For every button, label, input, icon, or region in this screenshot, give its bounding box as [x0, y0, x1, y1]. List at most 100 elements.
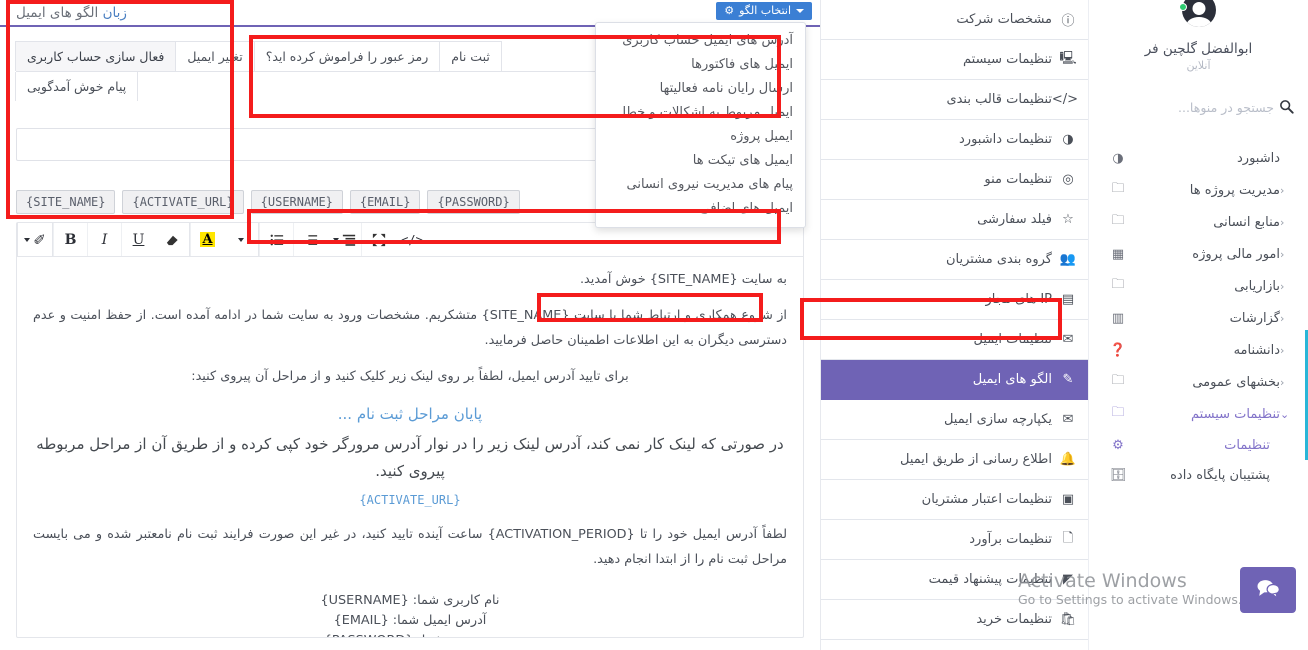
settings-menu-item[interactable]: یکپارچه سازی ایمیل ✉: [821, 400, 1088, 440]
sidebar-item-question-circle[interactable]: ‹ دانشنامه ❓: [1089, 334, 1308, 366]
settings-menu-item[interactable]: تنظیمات برآورد 🗋: [821, 520, 1088, 560]
fullscreen-button[interactable]: [361, 223, 395, 256]
code-icon: </>: [1051, 92, 1078, 107]
chevron-down-icon: [796, 8, 804, 13]
sidebar-item-gear[interactable]: تنظیمات ⚙: [1089, 430, 1308, 460]
settings-menu-item[interactable]: اطلاع رسانی از طریق ایمیل 🔔: [821, 440, 1088, 480]
sidebar-item-folder[interactable]: ‹ مدیریت پروژه ها 🗀: [1089, 174, 1308, 206]
compass-icon: ◎: [1062, 172, 1074, 187]
settings-menu-item[interactable]: تنظیمات خرید 🛍: [821, 600, 1088, 640]
editor-activate-url: {ACTIVATE_URL}: [359, 492, 461, 507]
sidebar-item-label: بخشهای عمومی: [1192, 374, 1280, 390]
sidebar-profile[interactable]: ابوالفضل گلچین فر آنلاین: [1089, 0, 1308, 72]
settings-menu-item[interactable]: تنظیمات قالب بندی </>: [821, 80, 1088, 120]
settings-submenu-panel: مشخصات شرکت ⓘ تنظیمات سیستم 🖳 تنظیمات قالب ب…: [820, 0, 1088, 650]
settings-menu-item[interactable]: تنظیمات پیشنهاد قیمت ◤: [821, 560, 1088, 600]
settings-menu-item[interactable]: IP های مجاز ▤: [821, 280, 1088, 320]
sidebar-item-label: مدیریت پروژه ها: [1189, 182, 1280, 198]
align-dropdown-button[interactable]: [327, 223, 361, 256]
ordered-list-button[interactable]: 1 2 3: [293, 223, 327, 256]
select-template-button[interactable]: ⚙ انتخاب الگو: [716, 2, 812, 20]
bold-button[interactable]: B: [53, 223, 87, 256]
chevron-down-icon: ⌄: [1280, 407, 1290, 421]
template-dropdown-option[interactable]: ارسال رایان نامه فعالیتها: [596, 77, 805, 101]
underline-button[interactable]: U: [121, 223, 155, 256]
sidebar-item-database[interactable]: پشتیبان پایگاه داده 🗄: [1089, 460, 1308, 490]
sidebar-item-building[interactable]: ‹ امور مالی پروژه ▦: [1089, 238, 1308, 270]
style-wand-dropdown-button[interactable]: ✐: [18, 223, 52, 256]
template-tab[interactable]: تغییر ایمیل: [175, 41, 255, 71]
main-sidebar: ابوالفضل گلچین فر آنلاین داشبورد◑‹مدیریت…: [1088, 0, 1308, 650]
sidebar-item-folder[interactable]: ‹ منابع انسانی 🗀: [1089, 206, 1308, 238]
merge-field-chip[interactable]: {PASSWORD}: [427, 190, 520, 214]
search-input[interactable]: [1103, 98, 1278, 116]
avatar: [1181, 0, 1216, 27]
settings-menu-item-label: تنظیمات سیستم: [963, 52, 1052, 67]
sidebar-item-chart-bar[interactable]: ‹ گزارشات ▥: [1089, 302, 1308, 334]
toolbar-group-color: A: [189, 223, 258, 256]
template-dropdown-option[interactable]: ایمیل های تیکت ها: [596, 149, 805, 173]
monitor-icon: 🖳: [1059, 50, 1077, 66]
source-code-button[interactable]: </>: [395, 223, 429, 256]
info-circle-icon: ⓘ: [1061, 14, 1075, 29]
template-dropdown-option[interactable]: پیام های مدیریت نیروی انسانی: [596, 173, 805, 197]
settings-menu-item[interactable]: تنظیمات داشبورد ◑: [821, 120, 1088, 160]
template-dropdown-menu[interactable]: آدرس های ایمیل حساب کاربری ایمیل های فاکت…: [595, 22, 806, 228]
italic-button[interactable]: I: [87, 223, 121, 256]
template-dropdown-option[interactable]: ایمیل های فاکتورها: [596, 53, 805, 77]
sidebar-item-label: تنظیمات: [1224, 437, 1270, 453]
sidebar-item-label: دانشنامه: [1233, 342, 1280, 358]
settings-menu-item-label: مشخصات شرکت: [956, 12, 1052, 27]
template-dropdown-option[interactable]: ایمیل های اضافی: [596, 197, 805, 221]
settings-menu-item-label: تنظیمات اعتبار مشتریان: [921, 492, 1052, 507]
clear-format-eraser-button[interactable]: [155, 223, 189, 256]
merge-field-chip[interactable]: {USERNAME}: [250, 190, 343, 214]
sidebar-item-folder[interactable]: ‹ بخشهای عمومی 🗀: [1089, 366, 1308, 398]
settings-menu-item[interactable]: تنظیمات اعتبار مشتریان ▣: [821, 480, 1088, 520]
editor-link-finish[interactable]: پایان مراحل ثبت نام ...: [33, 399, 787, 429]
text-highlight-color-button[interactable]: A: [190, 223, 224, 256]
chat-widget-button[interactable]: [1240, 567, 1296, 613]
database-icon: 🗄: [1109, 467, 1127, 483]
settings-menu-item-label: الگو های ایمیل: [972, 372, 1052, 387]
settings-menu-item[interactable]: مشخصات شرکت ⓘ: [821, 0, 1088, 40]
unordered-list-button[interactable]: [259, 223, 293, 256]
sidebar-search[interactable]: [1089, 90, 1308, 124]
merge-field-chip[interactable]: {SITE_NAME}: [16, 190, 116, 214]
chart-bar-icon: ▥: [1111, 310, 1125, 326]
toolbar-group-view: </>: [361, 223, 429, 256]
settings-menu-item[interactable]: الگو های ایمیل ✎: [821, 360, 1088, 400]
template-tab[interactable]: پیام خوش آمدگویی: [15, 72, 139, 101]
bell-icon: 🔔: [1059, 452, 1077, 467]
tag-icon: ◤: [1063, 572, 1073, 587]
template-tab[interactable]: رمز عبور را فراموش کرده اید؟: [253, 41, 441, 71]
settings-menu-item[interactable]: تنظیمات سیستم 🖳: [821, 40, 1088, 80]
template-tab[interactable]: فعال سازی حساب کاربری: [15, 41, 177, 71]
template-tab[interactable]: ثبت نام: [439, 41, 502, 71]
settings-menu-item[interactable]: فیلد سفارشی ☆: [821, 200, 1088, 240]
merge-field-chip[interactable]: {ACTIVATE_URL}: [122, 190, 244, 214]
settings-menu-item[interactable]: تنظیمات فاکتور▣: [821, 640, 1088, 650]
settings-menu-item-label: تنظیمات خرید: [976, 612, 1052, 627]
template-dropdown-option[interactable]: آدرس های ایمیل حساب کاربری: [596, 29, 805, 53]
chevron-left-icon: ‹: [1280, 183, 1285, 197]
settings-menu-item[interactable]: گروه بندی مشتریان 👥: [821, 240, 1088, 280]
settings-menu-item[interactable]: تنظیمات منو ◎: [821, 160, 1088, 200]
editor-cred-password: رمز عبور شما: {PASSWORD}: [324, 633, 497, 637]
merge-field-chip[interactable]: {EMAIL}: [349, 190, 421, 214]
editor-content[interactable]: به سایت {SITE_NAME} خوش آمدید. از شروع ه…: [17, 257, 803, 637]
sidebar-item-folder[interactable]: ‹ بازاریابی 🗀: [1089, 270, 1308, 302]
question-circle-icon: ❓: [1109, 342, 1127, 358]
color-dropdown-button[interactable]: [224, 223, 258, 256]
file-icon: 🗋: [1062, 530, 1074, 546]
settings-menu-item-label: گروه بندی مشتریان: [945, 252, 1052, 267]
dashboard-icon: ◑: [1112, 150, 1124, 166]
settings-menu-item[interactable]: تنظیمات ایمیل ✉: [821, 320, 1088, 360]
bag-icon: 🛍: [1059, 612, 1077, 627]
template-dropdown-option[interactable]: ایمیل پروژه: [596, 125, 805, 149]
sidebar-item-dashboard[interactable]: داشبورد ◑: [1089, 142, 1308, 174]
settings-menu-item-label: IP های مجاز: [985, 292, 1052, 307]
chat-bubble-icon: [1254, 577, 1282, 603]
sidebar-item-folder[interactable]: ⌄ تنظیمات سیستم 🗀: [1089, 398, 1308, 430]
template-dropdown-option[interactable]: ایمیل مربوط به اشکالات و خطا: [596, 101, 805, 125]
